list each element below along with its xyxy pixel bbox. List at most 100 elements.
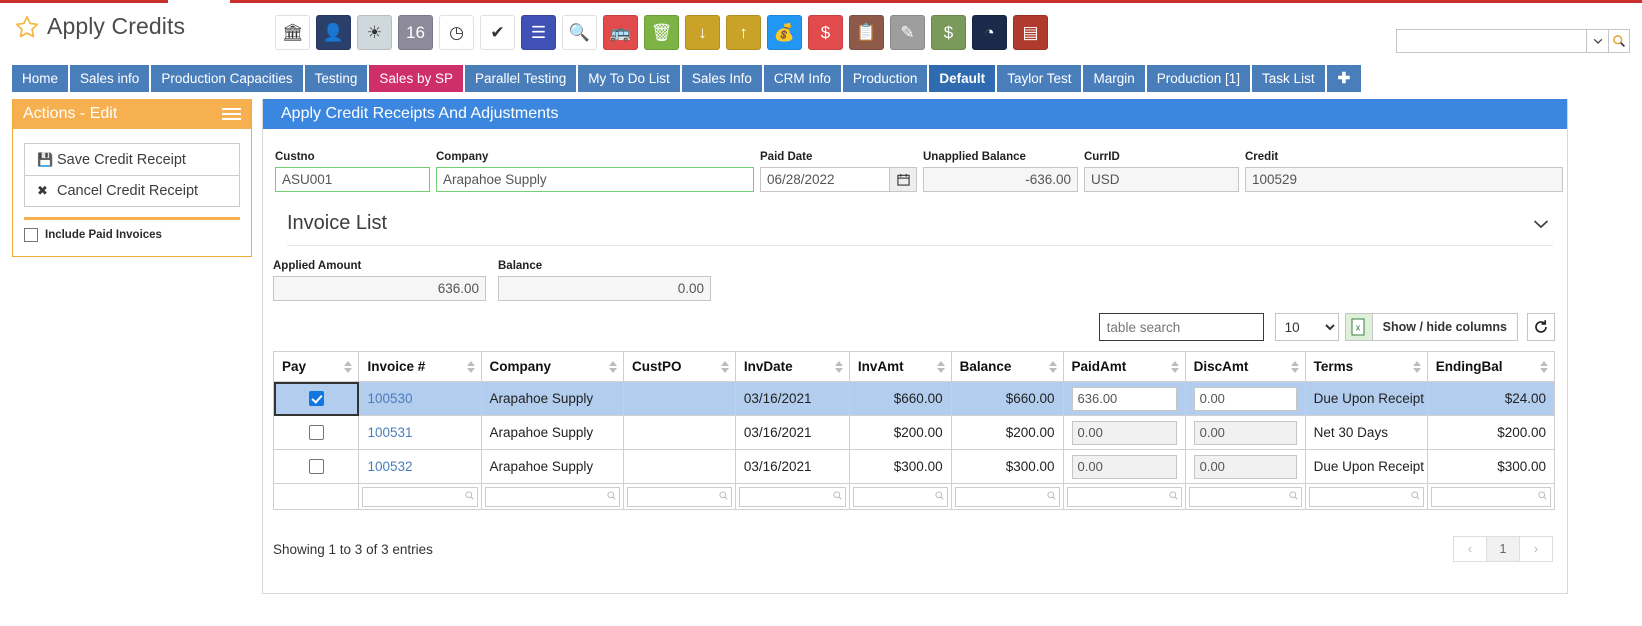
bank-icon[interactable]: 🏛	[275, 15, 310, 50]
credit-input[interactable]	[1245, 167, 1563, 192]
sort-arrows-icon[interactable]	[1170, 360, 1179, 373]
col-header-custpo[interactable]: CustPO	[622, 351, 736, 382]
filter-cell-company[interactable]	[480, 483, 624, 510]
paid-date-input[interactable]	[760, 167, 890, 192]
nav-tab-crm-info[interactable]: CRM Info	[763, 65, 841, 92]
nav-tab-margin[interactable]: Margin	[1083, 65, 1145, 92]
sort-arrows-icon[interactable]	[344, 360, 353, 373]
table-row[interactable]: 100532 Arapahoe Supply 03/16/2021 $300.00 $3…	[272, 449, 1556, 484]
col-header-paidamt[interactable]: PaidAmt	[1062, 351, 1186, 382]
contact-person-icon[interactable]: 👤	[316, 15, 351, 50]
unapplied-balance-input[interactable]	[923, 167, 1078, 192]
table-row[interactable]: 100531 Arapahoe Supply 03/16/2021 $200.00 $2…	[272, 415, 1556, 450]
invoice-link[interactable]: 100531	[367, 425, 412, 440]
clock-icon[interactable]: ◷	[439, 15, 474, 50]
filter-input-custpo[interactable]	[626, 486, 732, 507]
sort-arrows-icon[interactable]	[608, 360, 617, 373]
invoice-link[interactable]: 100530	[367, 391, 412, 406]
filter-cell-endingbal[interactable]	[1426, 483, 1556, 510]
col-header-invoice[interactable]: Invoice #	[358, 351, 482, 382]
pencil-note-icon[interactable]: ✎	[890, 15, 925, 50]
weather-icon[interactable]: ☀	[357, 15, 392, 50]
cell-pay[interactable]	[272, 449, 360, 484]
nav-tab-sales-info[interactable]: Sales Info	[681, 65, 762, 92]
filter-cell-invamt[interactable]	[848, 483, 952, 510]
cell-discamt[interactable]	[1184, 449, 1306, 484]
price-tag-chat-icon[interactable]: $	[808, 15, 843, 50]
inbox-down-icon[interactable]: ↓	[685, 15, 720, 50]
spreadsheet-icon[interactable]: ☰	[521, 15, 556, 50]
pagination-next-button[interactable]: ›	[1519, 536, 1553, 562]
filter-input-discamt[interactable]	[1188, 486, 1302, 507]
calendar-icon[interactable]	[890, 167, 917, 192]
cell-paidamt[interactable]	[1062, 381, 1186, 416]
pagination-prev-button[interactable]: ‹	[1453, 536, 1487, 562]
filter-input-invdate[interactable]	[738, 486, 846, 507]
star-icon[interactable]	[14, 14, 40, 40]
sort-arrows-icon[interactable]	[1412, 360, 1421, 373]
col-header-company[interactable]: Company	[480, 351, 624, 382]
paidamt-input[interactable]	[1071, 420, 1177, 445]
excel-export-icon[interactable]: x	[1344, 313, 1373, 341]
cell-discamt[interactable]	[1184, 381, 1306, 416]
pagination-page-1[interactable]: 1	[1486, 536, 1520, 562]
filter-input-invamt[interactable]	[852, 486, 948, 507]
paidamt-input[interactable]	[1071, 386, 1177, 411]
filter-cell-paidamt[interactable]	[1062, 483, 1186, 510]
clipboard-icon[interactable]: 📋	[849, 15, 884, 50]
cell-paidamt[interactable]	[1062, 449, 1186, 484]
filter-cell-invoice[interactable]	[358, 483, 482, 510]
filter-cell-terms[interactable]	[1304, 483, 1428, 510]
paidamt-input[interactable]	[1071, 454, 1177, 479]
balance-input[interactable]	[498, 276, 711, 301]
basket-icon[interactable]: 🗑	[644, 15, 679, 50]
cell-discamt[interactable]	[1184, 415, 1306, 450]
nav-tab-my-to-do-list[interactable]: My To Do List	[578, 65, 680, 92]
invoice-link[interactable]: 100532	[367, 459, 412, 474]
sort-arrows-icon[interactable]	[936, 360, 945, 373]
hamburger-icon[interactable]	[222, 108, 241, 120]
col-header-balance[interactable]: Balance	[950, 351, 1064, 382]
filter-cell-invdate[interactable]	[734, 483, 850, 510]
col-header-invamt[interactable]: InvAmt	[848, 351, 952, 382]
nav-tab-testing[interactable]: Testing	[304, 65, 368, 92]
global-search-button[interactable]	[1608, 29, 1630, 53]
table-search-input[interactable]	[1098, 313, 1264, 341]
nav-tab-sales-by-sp[interactable]: Sales by SP	[369, 65, 463, 92]
col-header-terms[interactable]: Terms	[1304, 351, 1428, 382]
page-length-select[interactable]: 102550100	[1274, 313, 1339, 341]
col-header-endingbal[interactable]: EndingBal	[1426, 351, 1556, 382]
sort-arrows-icon[interactable]	[720, 360, 729, 373]
global-search-dropdown-icon[interactable]	[1586, 29, 1608, 53]
global-search-input[interactable]	[1396, 29, 1586, 53]
calendar-16-icon[interactable]: 16	[398, 15, 433, 50]
filter-cell-discamt[interactable]	[1184, 483, 1306, 510]
discamt-input[interactable]	[1193, 420, 1297, 445]
filter-cell-custpo[interactable]	[622, 483, 736, 510]
nav-tab-home[interactable]: Home	[12, 65, 69, 92]
col-header-invdate[interactable]: InvDate	[734, 351, 850, 382]
discamt-input[interactable]	[1193, 454, 1297, 479]
actions-panel-header[interactable]: Actions - Edit	[13, 99, 251, 129]
filter-input-endingbal[interactable]	[1430, 486, 1551, 507]
filter-input-terms[interactable]	[1308, 486, 1424, 507]
table-row[interactable]: 100530 Arapahoe Supply 03/16/2021 $660.00 $6…	[272, 381, 1556, 416]
pay-checkbox[interactable]	[308, 425, 324, 441]
search-globe-icon[interactable]: 🔍	[562, 15, 597, 50]
cell-invoice-number[interactable]: 100530	[358, 381, 482, 416]
nav-tab-task-list[interactable]: Task List	[1252, 65, 1325, 92]
gauge-icon[interactable]: ◔	[972, 15, 1007, 50]
include-paid-invoices-row[interactable]: Include Paid Invoices	[24, 228, 240, 246]
nav-tab-parallel-testing[interactable]: Parallel Testing	[464, 65, 577, 92]
cash-icon[interactable]: $	[931, 15, 966, 50]
save-credit-receipt-button[interactable]: 💾 Save Credit Receipt	[25, 144, 239, 175]
warehouse-icon[interactable]: ▤	[1013, 15, 1048, 50]
col-header-discamt[interactable]: DiscAmt	[1184, 351, 1306, 382]
cell-paidamt[interactable]	[1062, 415, 1186, 450]
nav-tab-default[interactable]: Default	[929, 65, 996, 92]
sort-arrows-icon[interactable]	[1290, 360, 1299, 373]
checkmark-icon[interactable]: ✔	[480, 15, 515, 50]
pay-checkbox[interactable]	[308, 459, 324, 475]
nav-tab-taylor-test[interactable]: Taylor Test	[997, 65, 1082, 92]
sort-arrows-icon[interactable]	[1048, 360, 1057, 373]
